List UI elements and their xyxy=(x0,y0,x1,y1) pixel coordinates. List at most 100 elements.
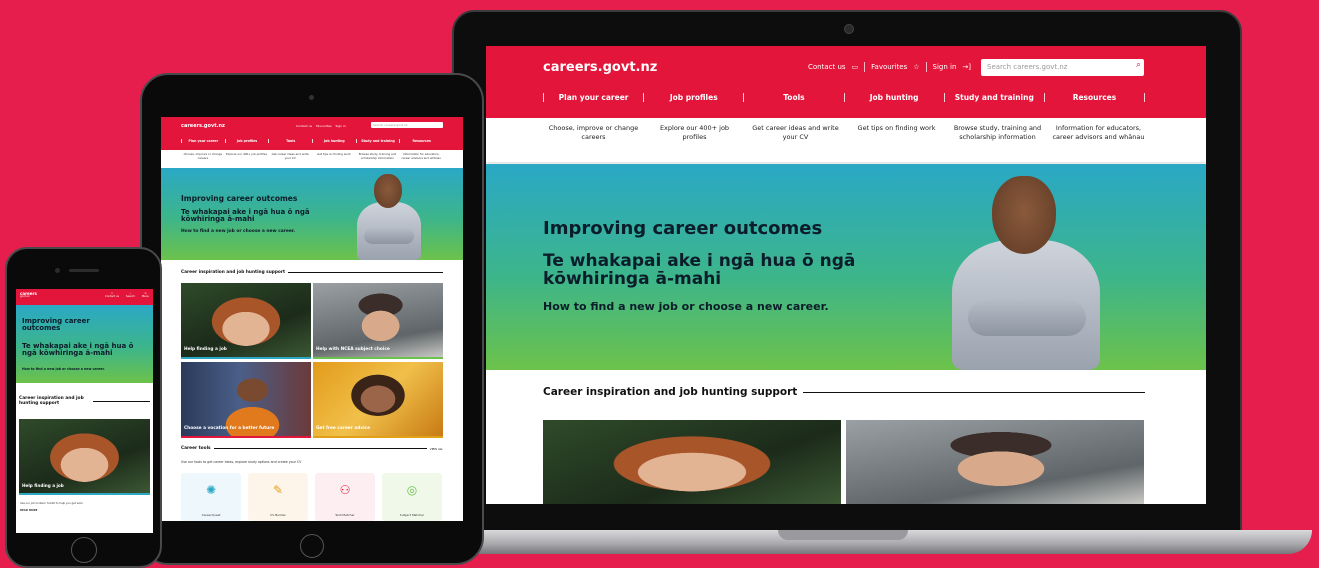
nav-study-and-training[interactable]: Study and training xyxy=(943,93,1044,102)
tablet-home-button xyxy=(300,534,324,558)
tablet-camera xyxy=(309,95,314,100)
nav-resources[interactable]: Resources xyxy=(1043,93,1146,102)
card-label: Get free career advice xyxy=(316,426,371,431)
laptop-device: careers.govt.nz Contact us ▭ Favourites … xyxy=(452,10,1242,538)
nav-job-hunting[interactable]: Job hunting xyxy=(843,93,944,102)
tool-label: Skill Matcher xyxy=(335,513,355,517)
card-vocation[interactable]: Choose a vocation for a better future xyxy=(181,362,311,438)
card-help-finding-job[interactable] xyxy=(543,420,841,504)
nav-study-and-training[interactable]: Study and training xyxy=(355,139,400,143)
laptop-screen: careers.govt.nz Contact us ▭ Favourites … xyxy=(486,46,1206,504)
card-label: Help finding a job xyxy=(22,483,64,488)
inspiration-section-heading: Career inspiration and job hunting suppo… xyxy=(181,270,443,275)
hero-subtitle: How to find a new job or choose a new ca… xyxy=(181,229,296,234)
view-all-link[interactable]: VIEW ALL xyxy=(430,447,443,451)
section-title: Career tools xyxy=(181,446,211,451)
tool-subject-matcher[interactable]: ◎ Subject Matcher xyxy=(382,473,442,521)
sub-nav-item[interactable]: Get career ideas and write your CV xyxy=(268,152,312,168)
icon-label: Search xyxy=(125,295,135,298)
icon-label: Contact us xyxy=(105,295,119,298)
site-header: careers.govt.nz Contact us ▭ Favourites … xyxy=(486,46,1206,118)
menu-icon[interactable]: ≡ Menu xyxy=(142,292,149,298)
main-nav: Plan your career Job profiles Tools Job … xyxy=(181,139,443,143)
sub-nav-item[interactable]: Explore our 400+ job profiles xyxy=(225,152,269,168)
nav-job-profiles[interactable]: Job profiles xyxy=(643,93,743,102)
header-icons: ▭ Contact us ⌕ Search ≡ Menu xyxy=(105,292,149,298)
site-logo[interactable]: careers govt.nz xyxy=(20,292,37,299)
contact-icon[interactable]: ▭ Contact us xyxy=(105,292,119,298)
read-more-link[interactable]: READ MORE xyxy=(20,509,37,512)
sub-nav-item[interactable]: Get tips on finding work xyxy=(312,152,356,168)
icon-label: Menu xyxy=(141,295,149,298)
utility-links: Contact us Favourites Sign in xyxy=(296,124,346,128)
sign-in-link[interactable]: Sign in xyxy=(933,63,957,71)
laptop-notch xyxy=(778,530,908,540)
divider xyxy=(213,448,427,449)
sign-in-icon[interactable]: →] xyxy=(962,63,971,71)
tool-cv-builder[interactable]: ✎ CV Builder xyxy=(248,473,308,521)
hero-maori-title: Te whakapai ake i ngā hua ō ngā kōwhirin… xyxy=(543,251,856,290)
careerquest-icon: ✺ xyxy=(205,483,217,497)
hero-title: Improving career outcomes xyxy=(181,194,298,203)
nav-plan-your-career[interactable]: Plan your career xyxy=(181,139,225,143)
search-icon[interactable]: ⌕ xyxy=(1131,60,1146,75)
site-header: careers.govt.nz Contact us Favourites Si… xyxy=(161,117,463,150)
tool-label: CareerQuest xyxy=(201,513,221,517)
nav-tools[interactable]: Tools xyxy=(268,139,312,143)
tools-section-heading: Career tools VIEW ALL xyxy=(181,446,443,451)
phone-device: careers govt.nz ▭ Contact us ⌕ Search ≡ Men… xyxy=(5,247,162,568)
nav-job-hunting[interactable]: Job hunting xyxy=(312,139,356,143)
card-help-finding-job[interactable]: Help finding a job xyxy=(181,283,311,359)
sub-nav-item[interactable]: Browse study, training and scholarship i… xyxy=(947,124,1048,162)
card-free-career-advice[interactable]: Get free career advice xyxy=(313,362,443,438)
sign-in-link[interactable]: Sign in xyxy=(336,124,346,128)
nav-resources[interactable]: Resources xyxy=(399,139,443,143)
star-icon[interactable]: ☆ xyxy=(913,63,919,71)
sub-nav-item[interactable]: Get career ideas and write your CV xyxy=(745,124,846,162)
tool-label: Subject Matcher xyxy=(399,513,425,517)
section-title: Career inspiration and job hunting suppo… xyxy=(181,270,286,275)
nav-plan-your-career[interactable]: Plan your career xyxy=(543,93,643,102)
main-nav: Plan your career Job profiles Tools Job … xyxy=(543,93,1146,102)
favourites-link[interactable]: Favourites xyxy=(871,63,907,71)
sub-nav-item[interactable]: Choose, improve or change careers xyxy=(543,124,644,162)
card-ncea-subject-choice[interactable]: Help with NCEA subject choice xyxy=(313,283,443,359)
laptop-camera xyxy=(844,24,854,34)
hero-banner: Improving career outcomes Te whakapai ak… xyxy=(161,168,463,260)
inspiration-section-heading: Career inspiration and job hunting suppo… xyxy=(543,386,1145,398)
section-title: Career inspiration and job hunting suppo… xyxy=(19,396,84,406)
search-input[interactable]: Search careers.govt.nz xyxy=(981,59,1144,76)
hero-banner: Improving career outcomes Te whakapai ak… xyxy=(16,305,153,383)
nav-tools[interactable]: Tools xyxy=(743,93,843,102)
search-icon[interactable]: ⌕ Search xyxy=(126,292,135,298)
contact-link[interactable]: Contact us xyxy=(296,124,312,128)
contact-link[interactable]: Contact us xyxy=(808,63,846,71)
card-label: Help with NCEA subject choice xyxy=(316,347,390,352)
sub-nav-item[interactable]: Browse study, training and scholarship i… xyxy=(356,152,400,168)
sub-nav-item[interactable]: Information for educators, career adviso… xyxy=(399,152,443,168)
chat-icon[interactable]: ▭ xyxy=(852,63,859,71)
tablet-device: careers.govt.nz Contact us Favourites Si… xyxy=(140,73,484,565)
favourites-link[interactable]: Favourites xyxy=(316,124,331,128)
site-logo[interactable]: careers.govt.nz xyxy=(181,123,225,129)
sub-nav-item[interactable]: Explore our 400+ job profiles xyxy=(644,124,745,162)
search-input[interactable]: Search careers.govt.nz xyxy=(371,122,443,128)
logo-line: govt.nz xyxy=(20,295,30,298)
utility-links: Contact us ▭ Favourites ☆ Sign in →] xyxy=(808,62,971,72)
hero-subtitle: How to find a new job or choose a new ca… xyxy=(543,300,829,313)
sub-nav-item[interactable]: Get tips on finding work xyxy=(846,124,947,162)
tool-careerquest[interactable]: ✺ CareerQuest xyxy=(181,473,241,521)
card-description: Use our job hunters' toolkit to help you… xyxy=(20,502,83,505)
sub-nav-item[interactable]: Choose, improve or change careers xyxy=(181,152,225,168)
sub-nav-item[interactable]: Information for educators, career adviso… xyxy=(1048,124,1149,162)
nav-job-profiles[interactable]: Job profiles xyxy=(224,139,269,143)
site-logo[interactable]: careers.govt.nz xyxy=(543,60,657,75)
tools-description: Use our tools to get career ideas, explo… xyxy=(181,460,302,464)
card-help-finding-job[interactable]: Help finding a job xyxy=(19,419,150,495)
sub-nav: Choose, improve or change careers Explor… xyxy=(486,118,1206,162)
tool-skill-matcher[interactable]: ⚇ Skill Matcher xyxy=(315,473,375,521)
card-ncea-subject-choice[interactable] xyxy=(846,420,1144,504)
site-header: careers govt.nz ▭ Contact us ⌕ Search ≡ Men… xyxy=(16,289,153,305)
hero-title: Improving career outcomes xyxy=(543,218,823,239)
divider xyxy=(925,62,927,72)
